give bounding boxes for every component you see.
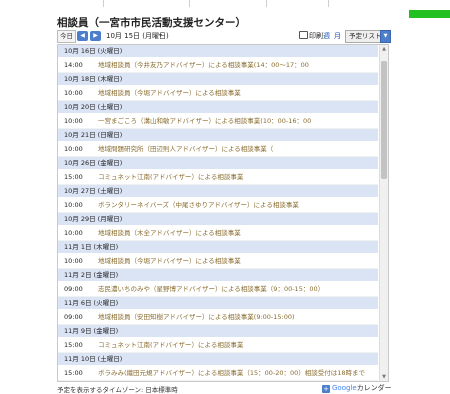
event-title[interactable]: 地域問題研究所（田辺則人アドバイザー）による相談事業（ <box>98 142 273 156</box>
tab-week[interactable]: 週 <box>323 30 330 42</box>
agenda-event-row[interactable]: 14:00 地域相談員（今井友乃アドバイザー）による相談事業(14：00〜17：0… <box>58 58 378 73</box>
agenda-date-row: 11月 1日 (木曜日) <box>58 241 378 254</box>
agenda-date-row: 11月 14日 (水曜日) <box>58 381 378 382</box>
agenda-date-row: 11月 2日 (金曜日) <box>58 269 378 282</box>
top-separator <box>103 0 104 7</box>
event-title[interactable]: 地域相談員（安田知樹アドバイザー）による相談事業(9:00-15:00) <box>98 310 295 324</box>
agenda-event-row[interactable]: 10:00 地域問題研究所（田辺則人アドバイザー）による相談事業（ <box>58 142 378 157</box>
agenda-list[interactable]: 10月 16日 (火曜日) 14:00 地域相談員（今井友乃アドバイザー）による相談… <box>57 44 389 382</box>
agenda-date-row: 11月 10日 (土曜日) <box>58 353 378 366</box>
agenda-event-row[interactable]: 10:00 地域相談員（今堀アドバイザー）による相談事業 <box>58 86 378 101</box>
agenda-event-row[interactable]: 10:00 地域相談員（今堀アドバイザー）による相談事業 <box>58 254 378 269</box>
agenda-rows: 10月 16日 (火曜日) 14:00 地域相談員（今井友乃アドバイザー）による相談… <box>58 45 378 382</box>
agenda-event-row[interactable]: 10:00 ボランタリーネイバーズ（中尾さゆりアドバイザー）による相談事業 <box>58 198 378 213</box>
green-button[interactable] <box>409 10 450 18</box>
scrollbar-thumb[interactable] <box>381 61 387 179</box>
event-time: 15:00 <box>64 173 83 181</box>
top-separator <box>328 0 329 7</box>
agenda-event-row[interactable]: 09:00 地域相談員（安田知樹アドバイザー）による相談事業(9:00-15:00… <box>58 310 378 325</box>
event-title[interactable]: 一宮まごころ（溝山和敏アドバイザー）による相談事業(10：00-16：00 <box>98 114 311 128</box>
agenda-date-row: 10月 20日 (土曜日) <box>58 101 378 114</box>
prev-button[interactable]: ◀ <box>77 31 88 41</box>
event-title[interactable]: コミュネット江南(アドバイザー）による相談事業 <box>98 338 243 352</box>
calendar-title: 相談員（一宮市市民活動支援センター） <box>57 17 246 29</box>
event-title[interactable]: コミュネット江南(アドバイザー）による相談事業 <box>98 170 243 184</box>
event-time: 10:00 <box>64 229 83 237</box>
top-separator <box>266 0 267 7</box>
top-separator <box>189 0 190 7</box>
agenda-date-row: 11月 9日 (金曜日) <box>58 325 378 338</box>
agenda-date-row: 10月 16日 (火曜日) <box>58 45 378 58</box>
event-time: 15:00 <box>64 341 83 349</box>
calendar-label: カレンダー <box>356 384 392 392</box>
agenda-event-row[interactable]: 10:00 地域相談員（木全アドバイザー）による相談事業 <box>58 226 378 241</box>
event-title[interactable]: 地域相談員（木全アドバイザー）による相談事業 <box>98 226 241 240</box>
agenda-date-row: 10月 18日 (木曜日) <box>58 73 378 86</box>
google-logo: Google <box>332 384 357 392</box>
event-title[interactable]: ボランタリーネイバーズ（中尾さゆりアドバイザー）による相談事業 <box>98 198 299 212</box>
print-label: 印刷 <box>309 32 323 40</box>
scrollbar[interactable]: ▲ ▼ <box>379 45 388 381</box>
event-time: 09:00 <box>64 285 83 293</box>
event-time: 15:00 <box>64 369 83 377</box>
chevron-down-icon[interactable]: ▼ <box>380 30 391 43</box>
event-time: 10:00 <box>64 201 83 209</box>
agenda-date-row: 10月 26日 (金曜日) <box>58 157 378 170</box>
chevron-down-icon[interactable]: ▾ <box>159 30 162 42</box>
event-title[interactable]: 志民濃いちのみや（星野博アドバイザー）による相談事業（9：00-15：00） <box>98 282 324 296</box>
scroll-up-icon[interactable]: ▲ <box>380 45 388 53</box>
agenda-date-row: 10月 21日 (日曜日) <box>58 129 378 142</box>
event-time: 10:00 <box>64 89 83 97</box>
agenda-date-row: 11月 6日 (火曜日) <box>58 297 378 310</box>
agenda-event-row[interactable]: 15:00 ボラみみ(織田元規アドバイザー）による相談事業（15：00-20：00… <box>58 366 378 381</box>
next-button[interactable]: ▶ <box>90 31 101 41</box>
tab-month[interactable]: 月 <box>334 30 341 42</box>
event-title[interactable]: 地域相談員（今井友乃アドバイザー）による相談事業(14：00〜17：00 <box>98 58 309 72</box>
event-title[interactable]: ボラみみ(織田元規アドバイザー）による相談事業（15：00-20：00）相談受付… <box>98 366 365 380</box>
event-title[interactable]: 地域相談員（今堀アドバイザー）による相談事業 <box>98 254 241 268</box>
event-time: 09:00 <box>64 313 83 321</box>
agenda-event-row[interactable]: 15:00 コミュネット江南(アドバイザー）による相談事業 <box>58 338 378 353</box>
event-time: 14:00 <box>64 61 83 69</box>
today-button[interactable]: 今日 <box>57 30 76 43</box>
printer-icon <box>299 31 308 39</box>
timezone-note: 予定を表示するタイムゾーン: 日本標準時 <box>57 386 178 394</box>
scroll-down-icon[interactable]: ▼ <box>380 373 388 381</box>
agenda-event-row[interactable]: 09:00 志民濃いちのみや（星野博アドバイザー）による相談事業（9：00-15：… <box>58 282 378 297</box>
event-title[interactable]: 地域相談員（今堀アドバイザー）による相談事業 <box>98 86 241 100</box>
event-time: 10:00 <box>64 257 83 265</box>
print-button[interactable]: 印刷 <box>299 30 323 42</box>
event-time: 10:00 <box>64 117 83 125</box>
calendar-toolbar: 今日 ◀ ▶ 10月 15日 (月曜日) ▾ 印刷 週 月 予定リスト ▼ <box>57 30 391 43</box>
agenda-date-row: 10月 27日 (土曜日) <box>58 185 378 198</box>
event-time: 10:00 <box>64 145 83 153</box>
agenda-event-row[interactable]: 10:00 一宮まごころ（溝山和敏アドバイザー）による相談事業(10：00-16：… <box>58 114 378 129</box>
agenda-event-row[interactable]: 15:00 コミュネット江南(アドバイザー）による相談事業 <box>58 170 378 185</box>
agenda-date-row: 10月 29日 (月曜日) <box>58 213 378 226</box>
